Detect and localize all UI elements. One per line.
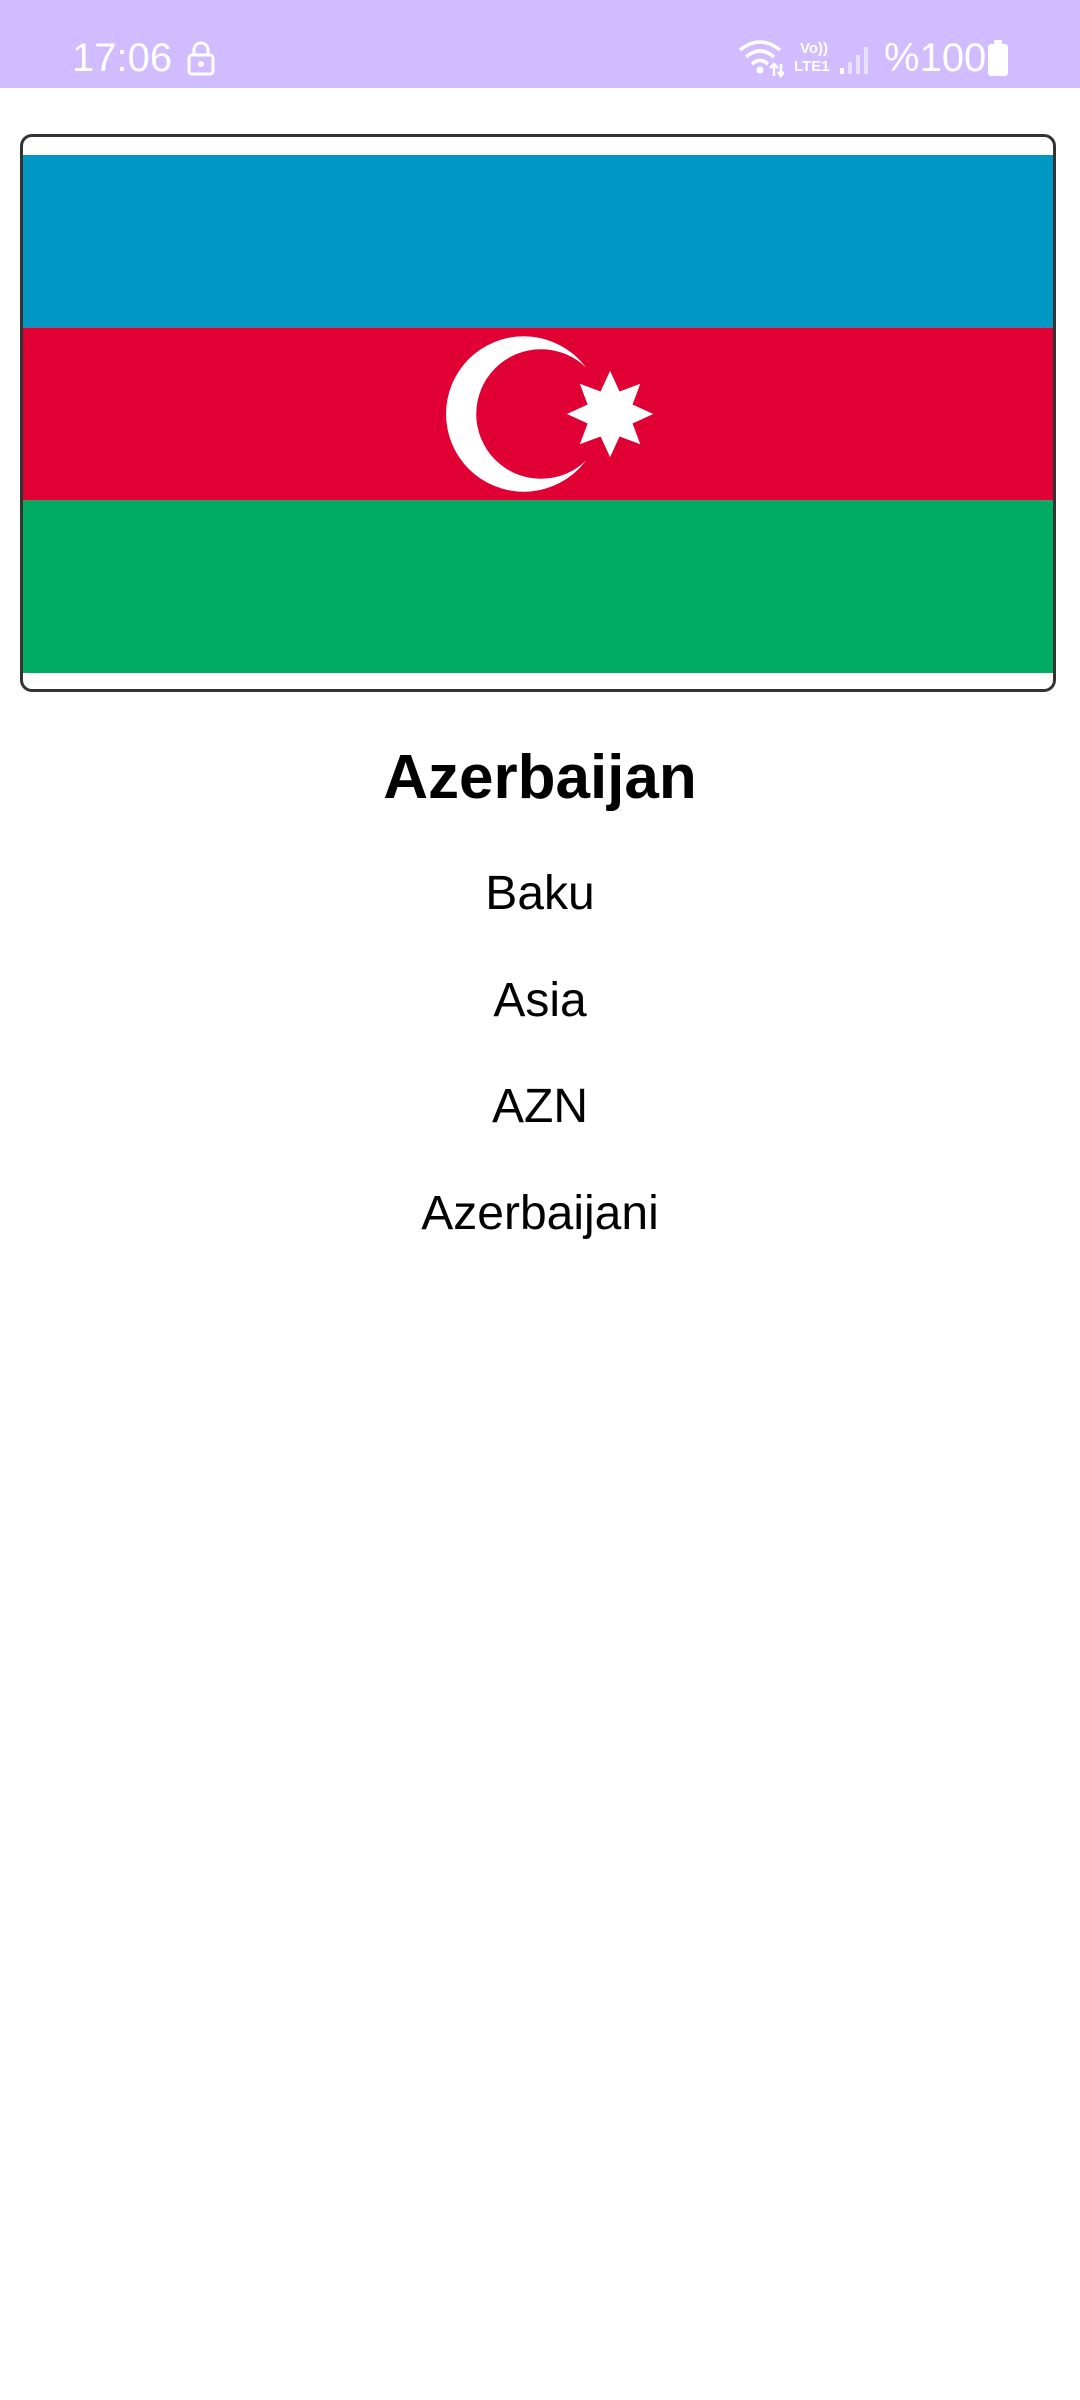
currency-label: AZN (492, 1080, 588, 1133)
volte-icon: Vo)) LTE1 (794, 40, 836, 78)
demonym-label: Azerbaijani (421, 1187, 659, 1240)
region-label: Asia (493, 974, 587, 1027)
volte-label-top: Vo)) (800, 40, 829, 57)
flag-stripe-top (23, 155, 1053, 328)
battery-icon (988, 40, 1008, 76)
country-name: Azerbaijan (383, 743, 697, 812)
battery-percentage: %100 (884, 36, 987, 80)
flag-stripe-bottom (23, 500, 1053, 673)
flag-image (23, 155, 1053, 673)
capital-label: Baku (485, 867, 595, 920)
status-time: 17:06 (72, 36, 173, 80)
status-bar: 17:06 Vo)) LTE1 %100 (0, 0, 1080, 88)
volte-label-bottom: LTE1 (794, 58, 830, 75)
signal-icon (838, 42, 874, 76)
flag-card (20, 134, 1056, 692)
wifi-icon (738, 38, 785, 79)
lock-icon (186, 40, 216, 76)
